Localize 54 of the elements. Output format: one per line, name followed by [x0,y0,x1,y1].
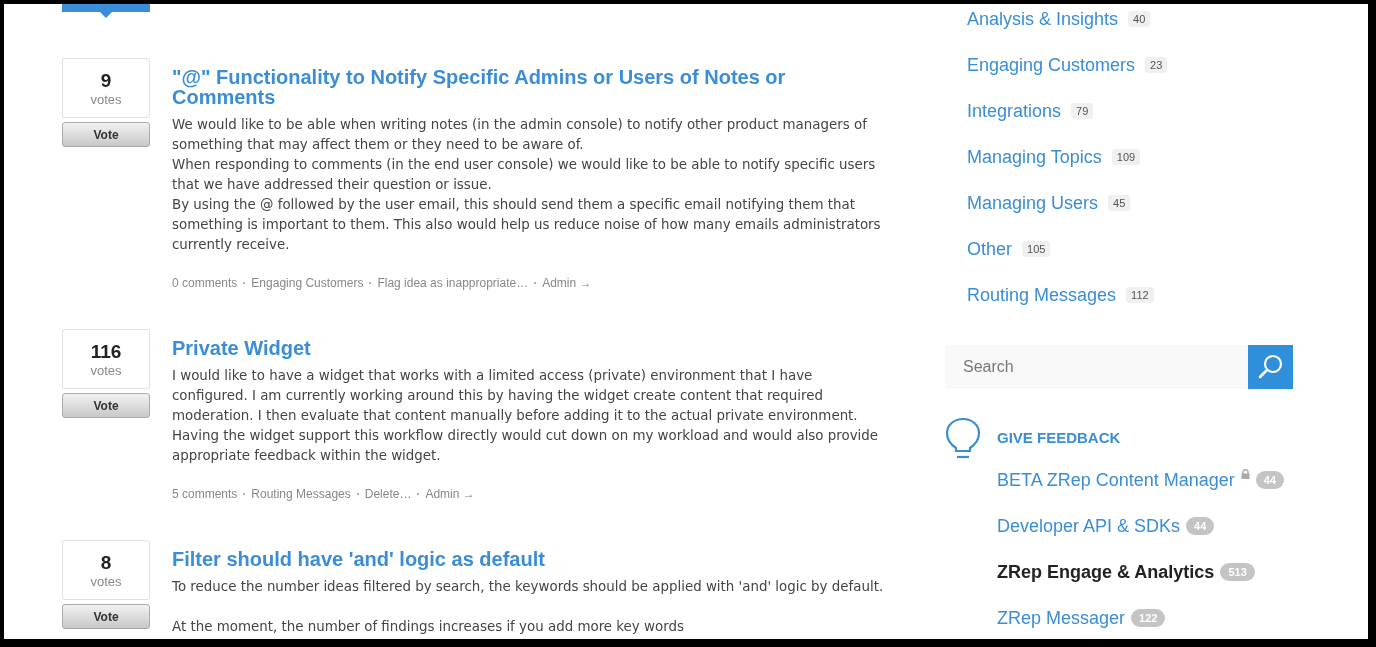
search-field[interactable]: Search [945,345,1248,389]
meta-link[interactable]: Delete… [364,487,412,501]
vote-button[interactable]: Vote [62,604,150,629]
count-badge: 122 [1131,609,1166,627]
vote-button[interactable]: Vote [62,122,150,147]
count-badge: 513 [1220,563,1255,581]
meta-link[interactable]: 0 comments [172,276,238,290]
forum-link[interactable]: Developer API & SDKs [997,515,1181,537]
forum-link[interactable]: ZRep Messager [997,607,1126,629]
idea-description: I would like to have a widget that works with a limited access (private) environment that I have configured. I am currently working around this by having the widget create content that required moderation. I then evaluate that content manually before adding it to the actual private environment. Having the widget support this workflow directly would cut down on my workload and would also provide appropriate feedback within the widget. [172,367,880,465]
meta-link[interactable]: Flag idea as inappropriate… [377,276,529,290]
votes-label: votes [90,573,122,589]
votes-label: votes [90,91,122,107]
vote-count: 8 [100,551,112,574]
meta-link[interactable]: 5 comments [172,487,238,501]
meta-link[interactable]: Admin → [425,487,475,501]
category-link[interactable]: Managing Users [967,192,1099,214]
count-badge: 45 [1108,195,1131,211]
idea-description: At the moment, the number of findings increases if you add more key words [172,618,685,636]
category-link[interactable]: Analysis & Insights [967,8,1119,30]
vote-count: 116 [90,340,122,363]
search-icon [1256,353,1285,381]
idea-title[interactable]: Private Widget [172,338,884,358]
search-button[interactable] [1248,345,1293,389]
idea-description: We would like to be able when writing notes (in the admin console) to notify other product managers of something that may affect them or they need to be aware of. [172,116,869,154]
idea-description: By using the @ followed by the user email, this should send them a specific email notifying them that something is important to them. This also would help us reduce noise of how many emails administrators currently receive. [172,196,882,254]
section-heading: GIVE FEEDBACK [997,429,1122,448]
category-link[interactable]: Routing Messages [967,284,1117,306]
forum-link[interactable]: BETA ZRep Content Manager [997,469,1235,491]
meta-link[interactable]: Engaging Customers [251,276,364,290]
count-badge: 40 [1128,11,1151,27]
vote-count: 9 [100,69,112,92]
meta-link[interactable]: Admin → [542,276,592,290]
vote-button[interactable]: Vote [62,393,150,418]
lightbulb-icon [945,417,981,461]
votes-label: votes [90,362,122,378]
count-badge: 44 [1255,471,1285,489]
idea-title[interactable]: "@" Functionality to Notify Specific Admins or Users of Notes or Comments [172,67,884,107]
count-badge: 44 [1186,517,1215,535]
count-badge: 105 [1022,241,1051,257]
count-badge: 112 [1126,287,1154,303]
count-badge: 79 [1071,103,1094,119]
count-badge: 109 [1111,149,1141,165]
tab-edge[interactable] [62,4,150,18]
category-link[interactable]: Other [967,238,1013,260]
category-link[interactable]: Engaging Customers [967,54,1136,76]
category-link[interactable]: Managing Topics [967,146,1102,168]
idea-title[interactable]: Filter should have 'and' logic as default [172,549,884,569]
idea-description: To reduce the number ideas filtered by search, the keywords should be applied with 'and' logic by default. [172,578,884,596]
forum-link[interactable]: ZRep Engage & Analytics [997,561,1215,583]
meta-link[interactable]: Routing Messages [251,487,351,501]
category-link[interactable]: Integrations [967,100,1062,122]
idea-description: When responding to comments (in the end user console) we would like to be able to notify specific users that we have addressed their question or issue. [172,156,877,194]
count-badge: 23 [1145,57,1168,73]
